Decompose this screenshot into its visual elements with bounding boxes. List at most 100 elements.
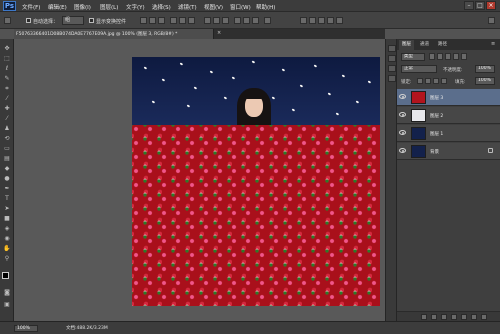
clone-stamp-tool-icon[interactable]: ♟ bbox=[2, 125, 12, 133]
minimize-icon[interactable]: – bbox=[464, 1, 474, 10]
new-group-icon[interactable] bbox=[461, 314, 467, 320]
menu-type[interactable]: 文字(Y) bbox=[126, 3, 145, 11]
auto-select-checkbox[interactable] bbox=[26, 18, 31, 23]
layer-kind-filter[interactable]: 类型 bbox=[401, 53, 425, 61]
history-panel-icon[interactable] bbox=[388, 45, 396, 52]
link-layers-icon[interactable] bbox=[421, 314, 427, 320]
pen-tool-icon[interactable]: ✒ bbox=[2, 185, 12, 193]
layer-row-background[interactable]: 背景 bbox=[397, 143, 500, 160]
align-top-icon[interactable] bbox=[140, 17, 147, 24]
visibility-eye-icon[interactable] bbox=[399, 94, 406, 99]
move-tool-icon[interactable] bbox=[4, 17, 11, 24]
menu-layer[interactable]: 图层(L) bbox=[100, 3, 118, 11]
character-panel-icon[interactable] bbox=[388, 65, 396, 72]
menu-file[interactable]: 文件(F) bbox=[22, 3, 40, 11]
filter-adjust-icon[interactable] bbox=[437, 53, 443, 60]
align-hcenter-icon[interactable] bbox=[179, 17, 186, 24]
blend-mode-dropdown[interactable]: 正常 bbox=[401, 65, 437, 73]
filter-type-icon[interactable] bbox=[445, 53, 451, 60]
document-canvas[interactable] bbox=[132, 57, 380, 306]
fill-input[interactable]: 100% bbox=[475, 77, 495, 85]
document-tab[interactable]: F50763366401D08B074DA0E7767E09A.jpg @ 10… bbox=[14, 29, 214, 39]
menu-help[interactable]: 帮助(H) bbox=[256, 3, 275, 11]
menu-edit[interactable]: 编辑(E) bbox=[48, 3, 67, 11]
filter-smart-icon[interactable] bbox=[461, 53, 467, 60]
lasso-tool-icon[interactable]: ℓ bbox=[2, 65, 12, 73]
menu-filter[interactable]: 滤镜(T) bbox=[178, 3, 197, 11]
new-adjustment-icon[interactable] bbox=[451, 314, 457, 320]
3d-slide-icon[interactable] bbox=[327, 17, 334, 24]
distribute-top-icon[interactable] bbox=[204, 17, 211, 24]
3d-rotate-icon[interactable] bbox=[300, 17, 307, 24]
lock-position-icon[interactable] bbox=[433, 78, 439, 84]
align-vcenter-icon[interactable] bbox=[149, 17, 156, 24]
distribute-hcenter-icon[interactable] bbox=[243, 17, 250, 24]
visibility-eye-icon[interactable] bbox=[399, 148, 406, 153]
type-tool-icon[interactable]: T bbox=[2, 195, 12, 203]
zoom-level-field[interactable]: 100% bbox=[14, 325, 38, 332]
history-brush-tool-icon[interactable]: ⟲ bbox=[2, 135, 12, 143]
auto-align-icon[interactable] bbox=[264, 17, 271, 24]
align-left-icon[interactable] bbox=[170, 17, 177, 24]
maximize-icon[interactable]: □ bbox=[475, 1, 485, 10]
3d-scale-icon[interactable] bbox=[336, 17, 343, 24]
auto-select-dropdown[interactable]: 组 bbox=[62, 16, 84, 25]
screen-mode-icon[interactable]: ▣ bbox=[2, 301, 12, 309]
distribute-bottom-icon[interactable] bbox=[222, 17, 229, 24]
new-layer-icon[interactable] bbox=[471, 314, 477, 320]
3d-roll-icon[interactable] bbox=[309, 17, 316, 24]
brush-tool-icon[interactable]: ⁄ bbox=[2, 115, 12, 123]
3d-pan-icon[interactable] bbox=[318, 17, 325, 24]
tab-layers[interactable]: 图层 bbox=[399, 40, 414, 50]
close-tab-icon[interactable]: × bbox=[217, 30, 221, 36]
tab-channels[interactable]: 通道 bbox=[417, 40, 432, 50]
quick-mask-icon[interactable]: ◙ bbox=[2, 289, 12, 297]
filter-pixel-icon[interactable] bbox=[429, 53, 435, 60]
eyedropper-tool-icon[interactable]: ⁄ bbox=[2, 95, 12, 103]
3d-camera-tool-icon[interactable]: ◉ bbox=[2, 235, 12, 243]
layer-row-layer-2[interactable]: 图层 2 bbox=[397, 107, 500, 124]
menu-select[interactable]: 选择(S) bbox=[152, 3, 171, 11]
crop-tool-icon[interactable]: ⌗ bbox=[2, 85, 12, 93]
shape-tool-icon[interactable]: ■ bbox=[2, 215, 12, 223]
menu-view[interactable]: 视图(V) bbox=[204, 3, 223, 11]
quick-select-tool-icon[interactable]: ✎ bbox=[2, 75, 12, 83]
path-select-tool-icon[interactable]: ➤ bbox=[2, 205, 12, 213]
filter-shape-icon[interactable] bbox=[453, 53, 459, 60]
eraser-tool-icon[interactable]: ▭ bbox=[2, 145, 12, 153]
move-tool-icon[interactable]: ✥ bbox=[2, 45, 12, 53]
align-right-icon[interactable] bbox=[188, 17, 195, 24]
panel-menu-icon[interactable]: ≡ bbox=[491, 41, 495, 47]
opacity-input[interactable]: 100% bbox=[475, 65, 495, 73]
distribute-vcenter-icon[interactable] bbox=[213, 17, 220, 24]
blur-tool-icon[interactable]: ◆ bbox=[2, 165, 12, 173]
3d-tool-icon[interactable]: ◈ bbox=[2, 225, 12, 233]
delete-layer-icon[interactable] bbox=[481, 314, 487, 320]
zoom-tool-icon[interactable]: ⚲ bbox=[2, 255, 12, 263]
healing-brush-tool-icon[interactable]: ✚ bbox=[2, 105, 12, 113]
distribute-left-icon[interactable] bbox=[234, 17, 241, 24]
visibility-eye-icon[interactable] bbox=[399, 112, 406, 117]
paragraph-panel-icon[interactable] bbox=[388, 75, 396, 82]
lock-all-icon[interactable] bbox=[441, 78, 447, 84]
foreground-color-swatch[interactable] bbox=[2, 272, 9, 279]
layer-row-layer-1[interactable]: 图层 1 bbox=[397, 125, 500, 142]
gradient-tool-icon[interactable]: ▤ bbox=[2, 155, 12, 163]
hand-tool-icon[interactable]: ✋ bbox=[2, 245, 12, 253]
workspace-icon[interactable] bbox=[488, 17, 495, 24]
layer-row-layer-3[interactable]: 图层 3 bbox=[397, 89, 500, 106]
canvas-area[interactable] bbox=[14, 39, 385, 321]
show-transform-checkbox[interactable] bbox=[89, 18, 94, 23]
menu-window[interactable]: 窗口(W) bbox=[230, 3, 251, 11]
align-bottom-icon[interactable] bbox=[158, 17, 165, 24]
add-mask-icon[interactable] bbox=[441, 314, 447, 320]
close-icon[interactable]: × bbox=[486, 1, 496, 10]
add-style-icon[interactable] bbox=[431, 314, 437, 320]
tab-paths[interactable]: 路径 bbox=[435, 40, 450, 50]
dodge-tool-icon[interactable]: ● bbox=[2, 175, 12, 183]
lock-transparent-icon[interactable] bbox=[417, 78, 423, 84]
distribute-right-icon[interactable] bbox=[252, 17, 259, 24]
marquee-tool-icon[interactable]: ⬚ bbox=[2, 55, 12, 63]
lock-pixels-icon[interactable] bbox=[425, 78, 431, 84]
menu-image[interactable]: 图像(I) bbox=[74, 3, 91, 11]
